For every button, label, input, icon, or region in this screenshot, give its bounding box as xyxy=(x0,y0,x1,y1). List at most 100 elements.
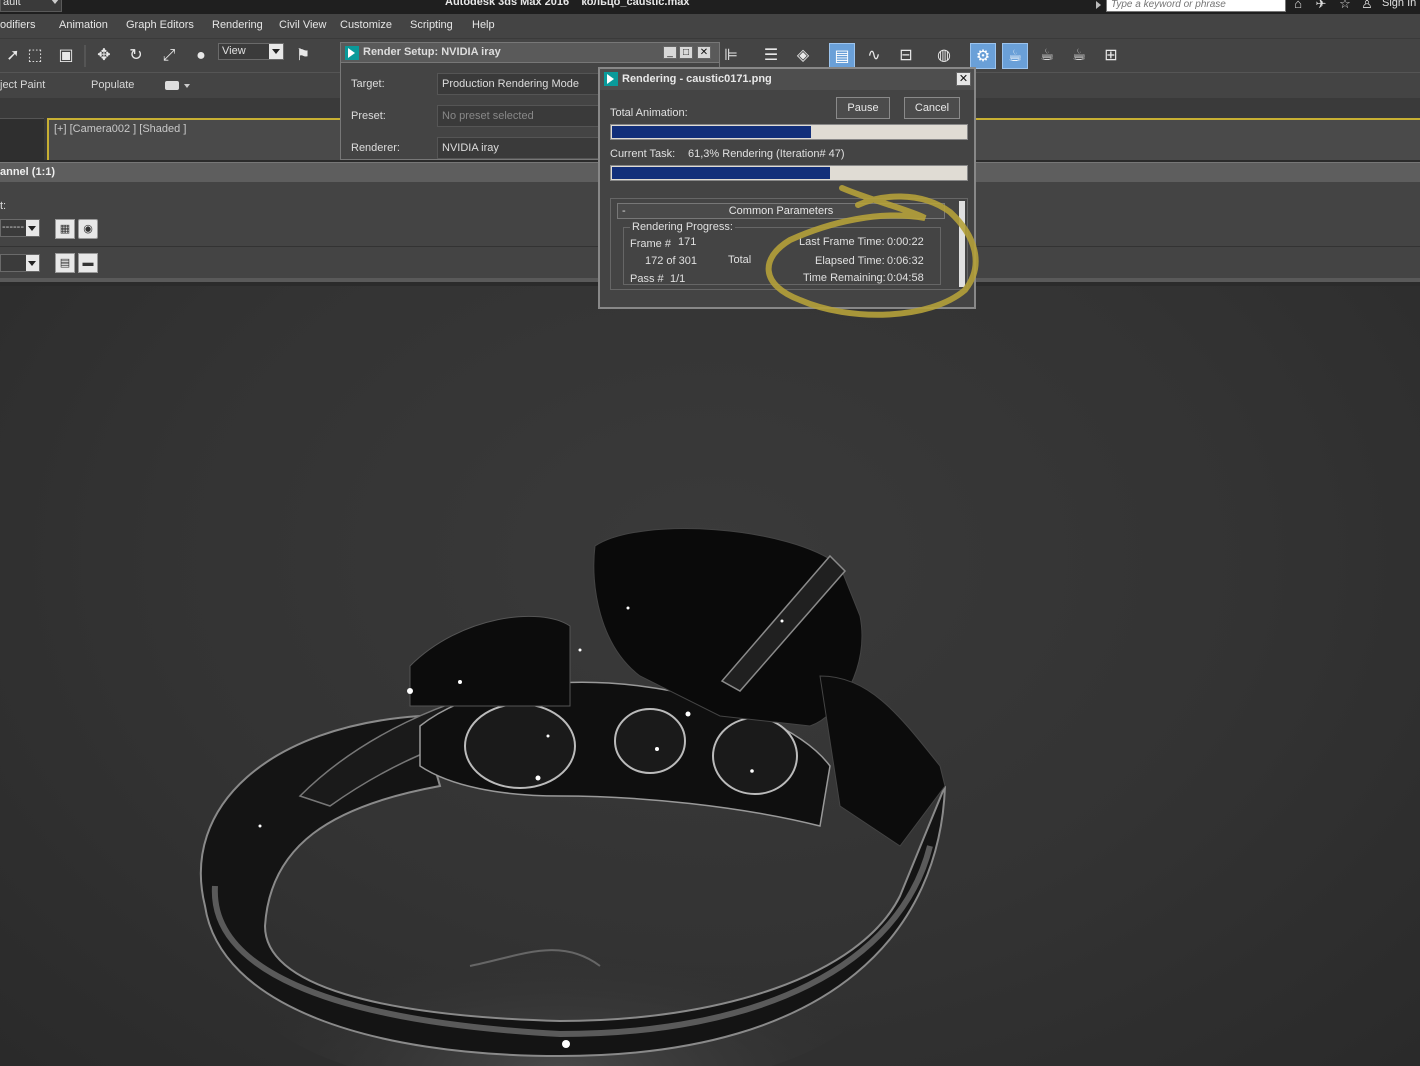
toggle-ribbon-icon[interactable]: ◈ xyxy=(790,43,816,69)
snap-icon[interactable]: ⚑ xyxy=(290,43,316,69)
cancel-button[interactable]: Cancel xyxy=(904,97,960,119)
rendering-titlebar[interactable]: Rendering - caustic0171.png ✕ xyxy=(600,69,974,90)
menu-scripting[interactable]: Scripting xyxy=(410,19,453,31)
menu-modifiers[interactable]: odifiers xyxy=(0,19,35,31)
clear-icon[interactable]: ▬ xyxy=(78,253,98,273)
frame-count: 172 of 301 xyxy=(645,255,697,267)
viewport-label[interactable]: [+] [Camera002 ] [Shaded ] xyxy=(54,123,186,135)
close-button[interactable]: ✕ xyxy=(956,72,971,86)
rendering-progress-window[interactable]: Rendering - caustic0171.png ✕ Pause Canc… xyxy=(598,67,976,309)
rendering-title: Rendering - caustic0171.png xyxy=(622,73,772,85)
last-frame-time-label: Last Frame Time: xyxy=(799,236,885,248)
minimize-button[interactable]: _ xyxy=(663,46,677,59)
channel-label: annel (1:1) xyxy=(0,166,56,178)
rendering-progress-group: Rendering Progress: Frame # 171 172 of 3… xyxy=(623,221,941,285)
menu-customize[interactable]: Customize xyxy=(340,19,392,31)
menu-graph-editors[interactable]: Graph Editors xyxy=(126,19,194,31)
preset-label: Preset: xyxy=(351,110,386,122)
region-select-icon[interactable]: ⬚ xyxy=(22,43,48,69)
render-activeshade-icon[interactable]: ⊞ xyxy=(1098,43,1124,69)
search-box[interactable] xyxy=(1106,0,1286,12)
elapsed-time-label: Elapsed Time: xyxy=(815,255,885,267)
chevron-down-icon xyxy=(26,220,39,236)
sign-in-link[interactable]: Sign In xyxy=(1382,0,1416,9)
last-frame-time-value: 0:00:22 xyxy=(887,236,924,248)
app-title: Autodesk 3ds Max 2016 кольцо_caustic.max xyxy=(445,0,690,8)
maximize-button[interactable]: □ xyxy=(679,46,693,59)
workspace-selector[interactable]: ault xyxy=(0,0,62,12)
material-editor-icon[interactable]: ◍ xyxy=(931,43,957,69)
current-task-progress xyxy=(610,165,968,181)
total-progress-fill xyxy=(612,126,811,138)
move-icon[interactable]: ✥ xyxy=(91,43,117,69)
menu-animation[interactable]: Animation xyxy=(59,19,108,31)
layer-explorer-icon[interactable]: ☰ xyxy=(758,43,784,69)
rendered-frame-window-icon[interactable]: ☕ xyxy=(1002,43,1028,69)
viewport-left-panel xyxy=(0,118,44,160)
curve-editor-icon[interactable]: ∿ xyxy=(861,43,887,69)
mono-channel-icon[interactable]: ▤ xyxy=(55,253,75,273)
area-to-render-dropdown[interactable]: ------ xyxy=(0,219,40,237)
close-button[interactable]: ✕ xyxy=(697,46,711,59)
reference-coordinate-dropdown[interactable]: View xyxy=(218,43,284,60)
search-input[interactable] xyxy=(1107,0,1285,11)
frame-label: Frame # xyxy=(630,238,671,250)
chevron-down-icon xyxy=(26,255,39,271)
workspace-label: ault xyxy=(3,0,21,8)
elapsed-time-value: 0:06:32 xyxy=(887,255,924,267)
rotate-icon[interactable]: ↻ xyxy=(123,43,149,69)
render-iterative-icon[interactable]: ☕ xyxy=(1066,43,1092,69)
subscription-icon[interactable]: ✈ xyxy=(1312,0,1330,13)
pause-button[interactable]: Pause xyxy=(836,97,890,119)
render-production-icon[interactable]: ☕ xyxy=(1034,43,1060,69)
ribbon-tab-populate[interactable]: Populate xyxy=(91,79,134,91)
title-bar: ault Autodesk 3ds Max 2016 кольцо_causti… xyxy=(0,0,1420,14)
target-label: Target: xyxy=(351,78,385,90)
chevron-down-icon xyxy=(269,44,283,59)
toolbar-separator xyxy=(84,45,86,67)
total-text: Total xyxy=(728,254,752,266)
scrollbar[interactable] xyxy=(959,201,965,287)
scale-icon[interactable]: ⤢ xyxy=(156,43,182,69)
common-parameters-title: Common Parameters xyxy=(728,205,834,217)
chevron-down-icon xyxy=(51,0,59,4)
schematic-view-icon[interactable]: ⊟ xyxy=(893,43,919,69)
user-icon[interactable]: ♙ xyxy=(1358,0,1376,13)
ribbon-toggle-icon[interactable] xyxy=(165,81,179,90)
auto-region-icon[interactable]: ◉ xyxy=(78,219,98,239)
current-task-value: 61,3% Rendering (Iteration# 47) xyxy=(688,148,845,160)
place-icon[interactable]: ● xyxy=(188,43,214,69)
render-setup-icon[interactable]: ⚙ xyxy=(970,43,996,69)
window-crossing-icon[interactable]: ▣ xyxy=(53,43,79,69)
favorites-star-icon[interactable]: ☆ xyxy=(1336,0,1354,13)
area-label: t: xyxy=(0,200,7,212)
render-setup-title: Render Setup: NVIDIA iray xyxy=(363,46,501,58)
common-parameters-panel: - Common Parameters Rendering Progress: … xyxy=(610,198,968,290)
menu-civil-view[interactable]: Civil View xyxy=(279,19,326,31)
current-progress-fill xyxy=(612,167,830,179)
area-dropdown-value: ------ xyxy=(2,221,24,233)
ring-render xyxy=(199,528,946,1066)
menu-help[interactable]: Help xyxy=(472,19,495,31)
total-animation-progress xyxy=(610,124,968,140)
menu-rendering[interactable]: Rendering xyxy=(212,19,263,31)
search-expand-icon[interactable] xyxy=(1096,1,1101,9)
view-dropdown-value: View xyxy=(222,45,246,57)
pass-value: 1/1 xyxy=(670,273,686,285)
align-icon[interactable]: ⊫ xyxy=(718,43,744,69)
pass-label: Pass # xyxy=(630,273,664,285)
binoculars-icon[interactable]: ⌂ xyxy=(1289,0,1307,13)
menu-bar: odifiers Animation Graph Editors Renderi… xyxy=(0,14,1420,38)
rendering-progress-legend: Rendering Progress: xyxy=(630,221,735,233)
time-remaining-label: Time Remaining: xyxy=(803,272,886,284)
common-parameters-rollout[interactable]: - Common Parameters xyxy=(617,203,945,219)
chevron-down-icon[interactable] xyxy=(184,84,190,88)
current-task-label: Current Task: xyxy=(610,148,676,160)
rendered-image[interactable] xyxy=(0,286,1420,1066)
scene-explorer-icon[interactable]: ▤ xyxy=(829,43,855,69)
edit-region-icon[interactable]: ▦ xyxy=(55,219,75,239)
channel-dropdown[interactable] xyxy=(0,254,40,272)
ribbon-tab-object-paint[interactable]: ject Paint xyxy=(0,79,45,91)
render-setup-titlebar[interactable]: Render Setup: NVIDIA iray _ □ ✕ xyxy=(341,43,719,63)
renderer-label: Renderer: xyxy=(351,142,400,154)
